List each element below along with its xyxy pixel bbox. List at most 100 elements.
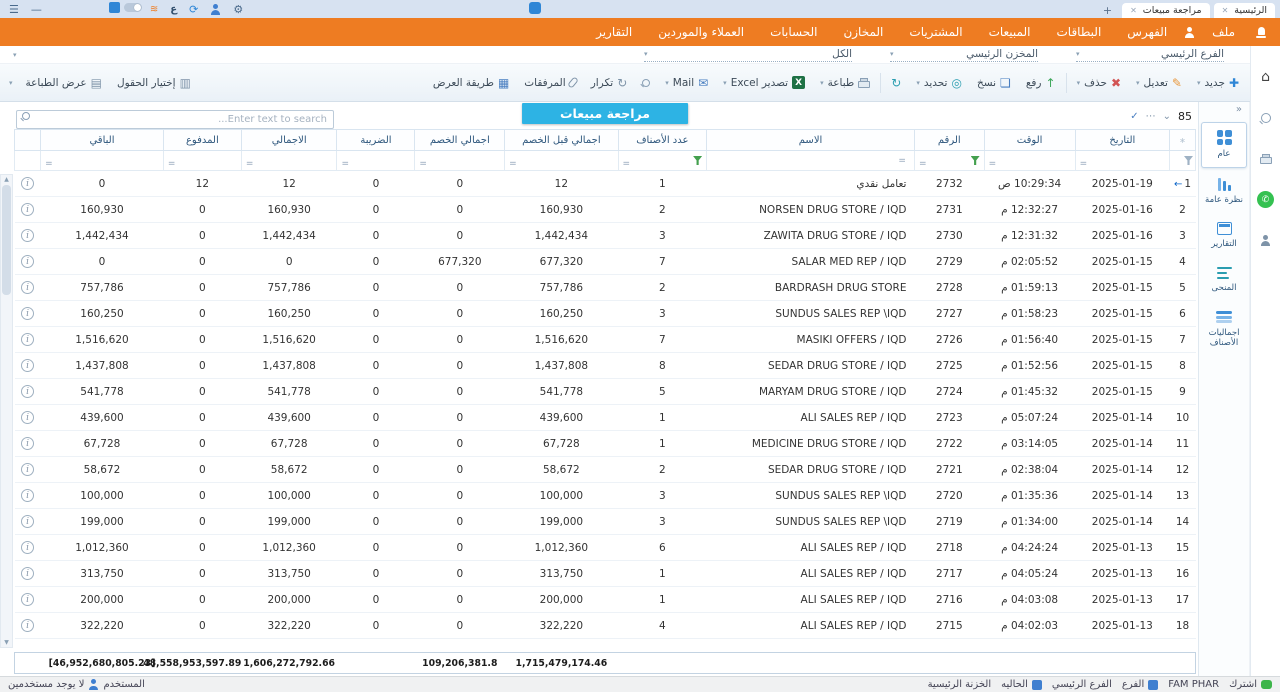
filter-operator-icon[interactable]: =	[246, 159, 254, 169]
search-input[interactable]	[16, 110, 334, 129]
sidebar-item[interactable]: التقارير	[1201, 215, 1247, 257]
filter-operator-icon[interactable]: =	[45, 159, 53, 169]
row-info[interactable]: i	[15, 405, 41, 431]
filter-cell[interactable]: =	[241, 151, 337, 171]
table-row[interactable]: 92025-01-1501:45:32 م2724MARYAM DRUG STO…	[15, 379, 1196, 405]
sidebar-item[interactable]: نظرة عامة	[1201, 171, 1247, 213]
chevron-down-icon[interactable]: ▾	[665, 79, 669, 87]
table-row[interactable]: 152025-01-1304:24:24 م2718ALI SALES REP …	[15, 535, 1196, 561]
filter-funnel-icon[interactable]	[1184, 156, 1193, 165]
table-row[interactable]: 82025-01-1501:52:56 م2725SEDAR DRUG STOR…	[15, 353, 1196, 379]
print-button[interactable]: طباعة▾	[813, 69, 877, 97]
filter-operator-icon[interactable]: =	[989, 159, 997, 169]
filter-operator-icon[interactable]: =	[168, 159, 176, 169]
chevron-down-icon[interactable]: ▾	[1197, 79, 1201, 87]
table-row[interactable]: 112025-01-1403:14:05 م2722MEDICINE DRUG …	[15, 431, 1196, 457]
toolbar-overflow-icon[interactable]: ▾	[4, 79, 18, 87]
scroll-down-icon[interactable]: ▼	[4, 639, 9, 646]
home-icon[interactable]: ⌂	[1257, 68, 1275, 86]
column-header[interactable]: الضريبة	[337, 130, 415, 151]
filter-cell[interactable]: =	[505, 151, 618, 171]
column-header[interactable]: اجمالي قبل الخصم	[505, 130, 618, 151]
row-info[interactable]: i	[15, 353, 41, 379]
gear-icon[interactable]: ⚙	[229, 0, 247, 18]
filter-operator-icon[interactable]: =	[898, 156, 906, 166]
sidebar-item[interactable]: عام	[1201, 122, 1247, 168]
info-icon[interactable]: i	[21, 333, 34, 346]
menu-item[interactable]: ملف	[1199, 25, 1248, 39]
table-row[interactable]: 42025-01-1502:05:52 م2729SALAR MED REP /…	[15, 249, 1196, 275]
repeat-button[interactable]: ↻تكرار	[584, 69, 635, 97]
table-row[interactable]: 52025-01-1501:59:13 م2728BARDRASH DRUG S…	[15, 275, 1196, 301]
table-row[interactable]: 162025-01-1304:05:24 م2717ALI SALES REP …	[15, 561, 1196, 587]
row-info[interactable]: i	[15, 457, 41, 483]
info-icon[interactable]: i	[21, 437, 34, 450]
row-info[interactable]: i	[15, 275, 41, 301]
more-icon[interactable]: ⋯	[1146, 111, 1156, 122]
select-button[interactable]: ◎تحديد▾	[909, 69, 969, 97]
info-icon[interactable]: i	[21, 515, 34, 528]
table-row[interactable]: 72025-01-1501:56:40 م2726MASIKI OFFERS /…	[15, 327, 1196, 353]
filter-operator-icon[interactable]: =	[419, 159, 427, 169]
info-icon[interactable]: i	[21, 541, 34, 554]
filter-operator-icon[interactable]: =	[623, 159, 631, 169]
info-icon[interactable]: i	[21, 177, 34, 190]
toggle-switch[interactable]	[124, 3, 142, 12]
filter-cell[interactable]: =	[337, 151, 415, 171]
table-row[interactable]: 1←2025-01-1910:29:34 ص2732تعامل نقدي1120…	[15, 171, 1196, 197]
edit-button[interactable]: ✎تعديل▾	[1129, 69, 1189, 97]
filter-operator-icon[interactable]: =	[509, 159, 517, 169]
table-row[interactable]: 122025-01-1402:38:04 م2721SEDAR DRUG STO…	[15, 457, 1196, 483]
menu-item[interactable]: المخازن	[830, 25, 896, 39]
menu-item[interactable]: البطاقات	[1043, 25, 1114, 39]
filter-cell[interactable]: =	[163, 151, 241, 171]
chevron-down-icon[interactable]: ▾	[723, 79, 727, 87]
table-row[interactable]: 132025-01-1401:35:36 م2720SUNDUS SALES R…	[15, 483, 1196, 509]
info-icon[interactable]: i	[21, 489, 34, 502]
chevron-down-icon[interactable]: ▾	[1077, 79, 1081, 87]
menu-item[interactable]: العملاء والموردين	[645, 25, 757, 39]
row-info[interactable]: i	[15, 171, 41, 197]
users-icon[interactable]	[206, 0, 225, 18]
info-icon[interactable]: i	[21, 255, 34, 268]
scroll-up-icon[interactable]: ▲	[4, 176, 9, 183]
bell-icon[interactable]	[1250, 27, 1272, 38]
table-row[interactable]: 22025-01-1612:32:27 م2731NORSEN DRUG STO…	[15, 197, 1196, 223]
info-icon[interactable]: i	[21, 619, 34, 632]
scope-select[interactable]: الكل▾	[644, 47, 852, 62]
waves-icon[interactable]: ≋	[146, 0, 162, 18]
vertical-scrollbar[interactable]: ▲ ▼	[0, 174, 13, 648]
row-info[interactable]: i	[15, 535, 41, 561]
row-info[interactable]: i	[15, 431, 41, 457]
column-header[interactable]: المدفوع	[163, 130, 241, 151]
close-tab-icon[interactable]: ✕	[1222, 6, 1229, 15]
filterbar-collapse-icon[interactable]: ▾	[8, 51, 22, 59]
column-header[interactable]: الاجمالي	[241, 130, 337, 151]
row-info[interactable]: i	[15, 483, 41, 509]
sidebar-collapse-icon[interactable]: «	[1236, 104, 1242, 115]
post-button[interactable]: ↑رفع	[1019, 69, 1063, 97]
view-mode-button[interactable]: ▦طريقة العرض	[426, 69, 516, 97]
whatsapp-icon[interactable]: ✆	[1257, 191, 1274, 208]
export-excel-button[interactable]: Xتصدير Excel▾	[716, 69, 812, 97]
chevron-down-icon[interactable]: ▾	[916, 79, 920, 87]
delete-button[interactable]: ✖حذف▾	[1070, 69, 1128, 97]
scroll-thumb[interactable]	[2, 185, 11, 295]
tab-home[interactable]: الرئيسية ✕	[1214, 3, 1275, 18]
copy-button[interactable]: ❏نسخ	[970, 69, 1018, 97]
info-icon[interactable]: i	[21, 411, 34, 424]
row-info[interactable]: i	[15, 587, 41, 613]
info-icon[interactable]: i	[21, 281, 34, 294]
info-icon[interactable]: i	[21, 385, 34, 398]
filter-operator-icon[interactable]: =	[341, 159, 349, 169]
table-row[interactable]: 142025-01-1401:34:00 م2719SUNDUS SALES R…	[15, 509, 1196, 535]
row-info[interactable]: i	[15, 379, 41, 405]
filter-cell[interactable]: =	[41, 151, 164, 171]
filter-operator-icon[interactable]: =	[1080, 159, 1088, 169]
check-icon[interactable]: ✓	[1130, 111, 1138, 122]
menu-item[interactable]: المشتريات	[896, 25, 975, 39]
chevron-down-icon[interactable]: ▾	[1136, 79, 1140, 87]
table-row[interactable]: 172025-01-1304:03:08 م2716ALI SALES REP …	[15, 587, 1196, 613]
menu-item[interactable]: المبيعات	[976, 25, 1044, 39]
row-info[interactable]: i	[15, 327, 41, 353]
